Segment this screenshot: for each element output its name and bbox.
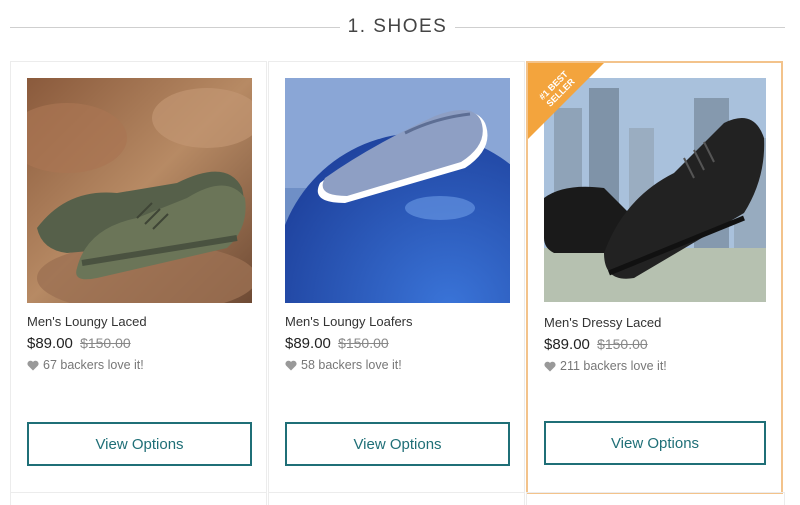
heart-icon [27,360,39,370]
product-name[interactable]: Men's Loungy Laced [27,314,147,329]
product-image[interactable] [285,78,510,303]
section-title: 1. SHOES [347,16,448,37]
next-row-card-edge [526,492,785,505]
backers-text: 211 backers love it! [560,359,667,373]
product-image[interactable] [27,78,252,303]
product-card[interactable]: Men's Loungy Loafers $89.00 $150.00 58 b… [268,61,525,495]
header-divider-left [10,27,340,28]
price-row: $89.00 $150.00 [285,335,389,352]
original-price: $150.00 [597,336,648,352]
next-row-card-edge [10,492,267,505]
sale-price: $89.00 [27,335,73,352]
sale-price: $89.00 [544,336,590,353]
product-card[interactable]: Men's Loungy Laced $89.00 $150.00 67 bac… [10,61,267,495]
original-price: $150.00 [338,335,389,351]
heart-icon [544,361,556,371]
backers-text: 67 backers love it! [43,358,144,372]
product-card-best-seller[interactable]: #1 BEST SELLER Men's Dressy Laced $89.00… [526,61,783,494]
next-row-card-edge [268,492,525,505]
header-divider-right [455,27,785,28]
section-header: 1. SHOES [10,14,785,42]
original-price: $150.00 [80,335,131,351]
price-row: $89.00 $150.00 [27,335,131,352]
product-name[interactable]: Men's Dressy Laced [544,315,661,330]
sale-price: $89.00 [285,335,331,352]
product-name[interactable]: Men's Loungy Loafers [285,314,413,329]
backers-count: 67 backers love it! [27,358,144,372]
price-row: $89.00 $150.00 [544,336,648,353]
backers-text: 58 backers love it! [301,358,402,372]
heart-icon [285,360,297,370]
view-options-button[interactable]: View Options [544,421,766,465]
backers-count: 58 backers love it! [285,358,402,372]
view-options-button[interactable]: View Options [27,422,252,466]
backers-count: 211 backers love it! [544,359,667,373]
best-seller-badge: #1 BEST SELLER [528,63,604,139]
view-options-button[interactable]: View Options [285,422,510,466]
